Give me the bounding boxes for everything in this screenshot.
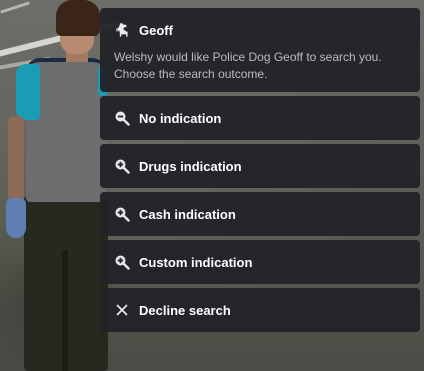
search-outcome-menu: Geoff Welshy would like Police Dog Geoff… — [100, 8, 420, 332]
menu-description: Welshy would like Police Dog Geoff to se… — [114, 50, 382, 81]
option-label: Cash indication — [139, 206, 236, 222]
option-custom-indication[interactable]: Custom indication — [100, 240, 420, 284]
character-pants-gap — [62, 250, 68, 371]
character-arm — [8, 116, 24, 202]
option-label: Drugs indication — [139, 158, 242, 174]
zoom-out-icon — [114, 110, 130, 126]
character-glove — [6, 198, 26, 238]
character-sleeve — [16, 64, 40, 120]
character-hair — [56, 0, 100, 36]
menu-title: Geoff — [139, 22, 173, 38]
option-label: No indication — [139, 110, 222, 126]
option-decline-search[interactable]: Decline search — [100, 288, 420, 332]
option-label: Custom indication — [139, 254, 253, 270]
option-label: Decline search — [139, 302, 231, 318]
zoom-in-icon — [114, 158, 130, 174]
zoom-in-icon — [114, 206, 130, 222]
option-drugs-indication[interactable]: Drugs indication — [100, 144, 420, 188]
zoom-in-icon — [114, 254, 130, 270]
option-cash-indication[interactable]: Cash indication — [100, 192, 420, 236]
option-no-indication[interactable]: No indication — [100, 96, 420, 140]
dog-icon — [114, 22, 130, 38]
menu-header: Geoff Welshy would like Police Dog Geoff… — [100, 8, 420, 92]
close-icon — [114, 302, 130, 318]
